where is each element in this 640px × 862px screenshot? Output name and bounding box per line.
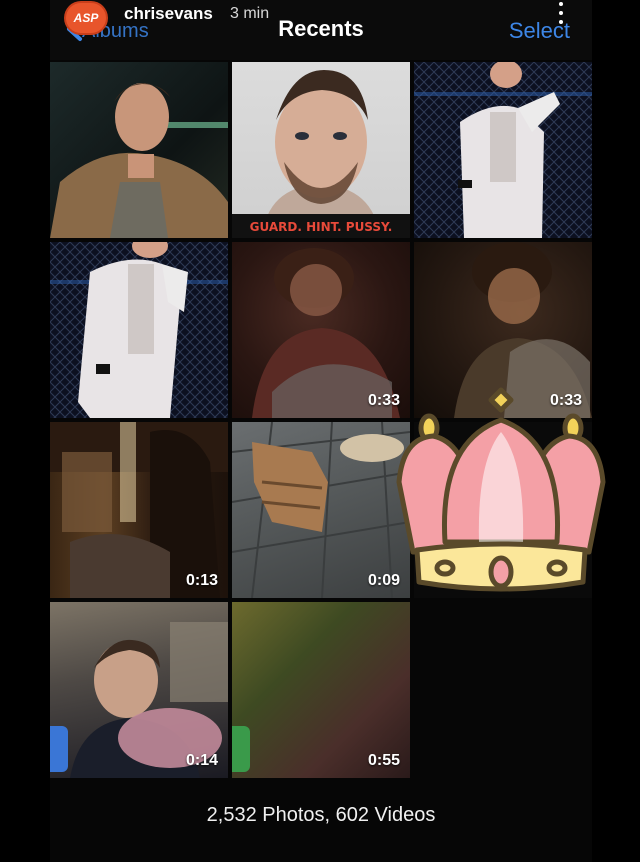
- meme-caption: GUARD. HINT. PUSSY.: [250, 220, 393, 234]
- story-timestamp: 3 min: [230, 5, 270, 22]
- grid-tile[interactable]: GUARD. HINT. PUSSY.: [232, 62, 410, 238]
- video-duration: 0:55: [367, 752, 400, 769]
- grid-tile[interactable]: [50, 62, 228, 238]
- story-avatar[interactable]: ASP: [66, 3, 106, 33]
- photo-thumbnail: [50, 242, 228, 418]
- photo-thumbnail: [50, 83, 228, 238]
- grid-tile-video[interactable]: 0:14: [50, 602, 228, 778]
- grid-tile-video[interactable]: 0:13: [50, 422, 228, 598]
- grid-tile-video[interactable]: 0:55: [232, 602, 410, 778]
- grid-tile[interactable]: [414, 62, 592, 238]
- video-duration: 0:14: [185, 752, 218, 769]
- app-badge-green: [232, 726, 250, 772]
- photo-thumbnail: [414, 62, 592, 238]
- story-username[interactable]: chrisevans: [124, 4, 213, 24]
- crown-sticker-icon: [396, 387, 606, 592]
- app-badge-blue: [50, 726, 68, 772]
- more-dots-icon[interactable]: [556, 2, 566, 24]
- library-count: 2,532 Photos, 602 Videos: [206, 804, 436, 826]
- screenshot-stage: Albums Recents Select ASP chrisevans 3 m…: [0, 0, 640, 862]
- video-duration: 0:13: [185, 572, 218, 589]
- header-bar: Albums Recents Select ASP chrisevans 3 m…: [50, 0, 592, 60]
- grid-tile[interactable]: [50, 242, 228, 418]
- photo-thumbnail: GUARD. HINT. PUSSY.: [232, 70, 410, 238]
